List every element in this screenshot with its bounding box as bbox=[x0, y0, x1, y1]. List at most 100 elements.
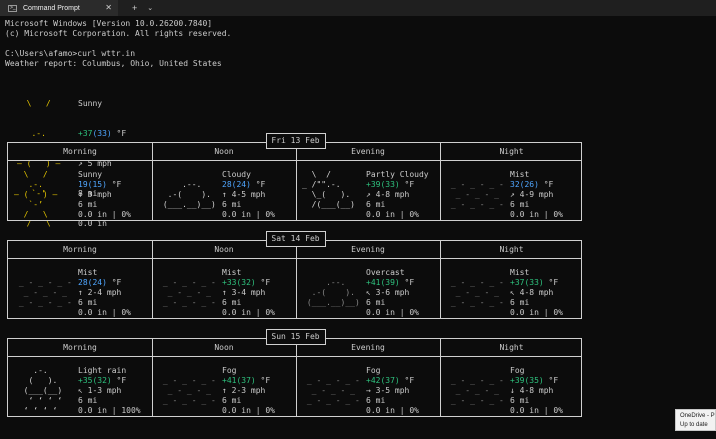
art-line: ( ). bbox=[14, 376, 67, 385]
forecast-day-table: Sat 14 Feb Morning Noon Evening Night _ - _ … bbox=[7, 231, 583, 320]
art-line: .--. bbox=[302, 278, 365, 287]
forecast-cell: .-. ( ). (___(__) ‘ ‘ ‘ ‘ ‘ ‘ ‘ ‘ Light … bbox=[8, 358, 152, 418]
art-line bbox=[302, 210, 355, 220]
weather-details: Mist +37(33) °F ↖ 4-8 mph 6 mi 0.0 in | 0% bbox=[510, 268, 563, 318]
temperature-value: +39(33) bbox=[366, 180, 400, 189]
art-line: \ / bbox=[14, 170, 58, 179]
temperature-value: 28(24) bbox=[222, 180, 251, 189]
forecast-cell: .--. .-( ). (___.__)__) Cloudy 28(24) °F ↑… bbox=[152, 162, 296, 222]
weather-details: Light rain +35(32) °F ↖ 1-3 mph 6 mi 0.0 in … bbox=[78, 366, 141, 416]
art-line: _ - _ - _ bbox=[446, 190, 504, 199]
terminal-icon: >_ bbox=[8, 4, 17, 12]
visibility: 6 mi bbox=[222, 396, 242, 405]
precipitation: 0.0 in | 0% bbox=[222, 308, 275, 317]
forecast-day-table: Sun 15 Feb Morning Noon Evening Night .-. ( … bbox=[7, 329, 582, 418]
current-temp-feels: (33) bbox=[92, 129, 112, 138]
column-header-morning: Morning bbox=[63, 343, 97, 352]
art-line: _ - _ - _ - bbox=[158, 278, 216, 287]
weather-details: Fog +42(37) °F → 3-5 mph 6 mi 0.0 in | 0% bbox=[366, 366, 419, 416]
condition-label: Sunny bbox=[78, 170, 103, 179]
precipitation: 0.0 in | 0% bbox=[78, 210, 131, 219]
art-line bbox=[302, 366, 360, 376]
temperature-unit: °F bbox=[255, 376, 271, 385]
close-tab-icon[interactable]: ✕ bbox=[105, 3, 112, 12]
forecast-cell: .--. .-( ). (___.__)__) Overcast +41(39) … bbox=[296, 260, 440, 320]
art-line bbox=[446, 406, 504, 416]
art-line: (___.__)__) bbox=[158, 200, 221, 209]
terminal-line: Weather report: Columbus, Ohio, United S… bbox=[5, 59, 222, 68]
temperature-unit: °F bbox=[543, 278, 559, 287]
tab-dropdown-button[interactable]: ⌄ bbox=[147, 4, 153, 12]
forecast-cell: _ - _ - _ - _ - _ - _ _ - _ - _ - Mist +37… bbox=[440, 260, 583, 320]
temperature-unit: °F bbox=[106, 278, 122, 287]
precipitation: 0.0 in | 0% bbox=[510, 308, 563, 317]
weather-art: .--. .-( ). (___.__)__) bbox=[158, 170, 221, 220]
condition-label: Overcast bbox=[366, 268, 405, 277]
wind-speed: ↑ 2-3 mph bbox=[222, 386, 266, 395]
temperature-unit: °F bbox=[399, 376, 415, 385]
art-line: _ /"".-. bbox=[302, 180, 351, 189]
art-line bbox=[446, 366, 504, 376]
art-line: .--. bbox=[158, 180, 221, 189]
art-line: \ / bbox=[17, 99, 61, 108]
weather-details: Cloudy 28(24) °F ↑ 4-5 mph 6 mi 0.0 in | 0% bbox=[222, 170, 275, 220]
weather-details: Overcast +41(39) °F ↖ 3-6 mph 6 mi 0.0 in | … bbox=[366, 268, 419, 318]
visibility: 6 mi bbox=[78, 298, 98, 307]
art-line: _ - _ - _ - bbox=[14, 298, 72, 307]
temperature-unit: °F bbox=[399, 278, 415, 287]
temperature-value: +42(37) bbox=[366, 376, 400, 385]
art-line: .-. bbox=[14, 180, 58, 189]
temperature-unit: °F bbox=[543, 376, 559, 385]
wind-speed: ↖ 3-6 mph bbox=[366, 288, 410, 297]
window-titlebar: >_ Command Prompt ✕ + ⌄ bbox=[0, 0, 716, 16]
new-tab-button[interactable]: + bbox=[132, 3, 137, 13]
condition-label: Mist bbox=[510, 170, 530, 179]
weather-art: \ / _ /"".-. \_( ). /(___(__) bbox=[302, 170, 355, 220]
precipitation: 0.0 in | 0% bbox=[222, 210, 275, 219]
art-line: _ - _ - _ - bbox=[446, 396, 504, 405]
forecast-cell: _ - _ - _ - _ - _ - _ _ - _ - _ - Mist +33… bbox=[152, 260, 296, 320]
temperature-value: +41(37) bbox=[222, 376, 256, 385]
temperature-value: +41(39) bbox=[366, 278, 400, 287]
art-line: .-( ). bbox=[158, 190, 221, 199]
condition-label: Mist bbox=[222, 268, 242, 277]
art-line: _ - _ - _ bbox=[158, 288, 216, 297]
current-temp-unit: °F bbox=[111, 129, 127, 138]
condition-label: Cloudy bbox=[222, 170, 251, 179]
terminal-line: C:\Users\afamo>curl wttr.in bbox=[5, 49, 136, 58]
precipitation: 0.0 in | 0% bbox=[366, 210, 419, 219]
onedrive-notification[interactable]: OneDrive - P Up to date bbox=[675, 409, 716, 431]
temperature-unit: °F bbox=[106, 180, 122, 189]
art-line: (___.__)__) bbox=[302, 298, 365, 307]
wind-speed: ↓ 4-8 mph bbox=[510, 386, 554, 395]
art-line bbox=[158, 170, 221, 180]
temperature: +39(33) °F bbox=[366, 180, 429, 190]
forecast-cell: _ - _ - _ - _ - _ - _ _ - _ - _ - Mist 28(… bbox=[8, 260, 152, 320]
art-line: .-. bbox=[17, 129, 61, 138]
temperature: +41(37) °F bbox=[222, 376, 275, 386]
tab-command-prompt[interactable]: >_ Command Prompt ✕ bbox=[0, 0, 118, 16]
condition-label: Light rain bbox=[78, 366, 127, 375]
wind-speed: ↑ 3 mph bbox=[78, 190, 112, 199]
art-line: ― ( ) ― bbox=[14, 190, 58, 199]
condition-label: Fog bbox=[222, 366, 237, 375]
art-line: ‘ ‘ ‘ ‘ bbox=[14, 406, 67, 415]
weather-art: .-. ( ). (___(__) ‘ ‘ ‘ ‘ ‘ ‘ ‘ ‘ bbox=[14, 366, 67, 416]
weather-details: Fog +39(35) °F ↓ 4-8 mph 6 mi 0.0 in | 0% bbox=[510, 366, 563, 416]
column-header-night: Night bbox=[499, 147, 524, 156]
art-line: _ - _ - _ - bbox=[14, 278, 72, 287]
forecast-cell: _ - _ - _ - _ - _ - _ _ - _ - _ - Fog +42(… bbox=[296, 358, 440, 418]
day-label: Sun 15 Feb bbox=[265, 329, 326, 345]
art-line: _ - _ - _ bbox=[158, 386, 216, 395]
art-line bbox=[302, 308, 365, 318]
precipitation: 0.0 in | 100% bbox=[78, 406, 141, 415]
wind-speed: ↗ 4-9 mph bbox=[510, 190, 554, 199]
temperature: +33(32) °F bbox=[222, 278, 275, 288]
art-line bbox=[446, 268, 504, 278]
art-line: _ - _ - _ - bbox=[446, 376, 504, 385]
forecast-cell: \ / .-. ― ( ) ― `-’ / \ Sunny 19(15) °F ↑ … bbox=[8, 162, 152, 222]
temperature-unit: °F bbox=[111, 376, 127, 385]
wind-speed: ↑ 2-4 mph bbox=[78, 288, 122, 297]
onedrive-title: OneDrive - P bbox=[680, 413, 715, 419]
art-line: .-. bbox=[14, 366, 63, 375]
